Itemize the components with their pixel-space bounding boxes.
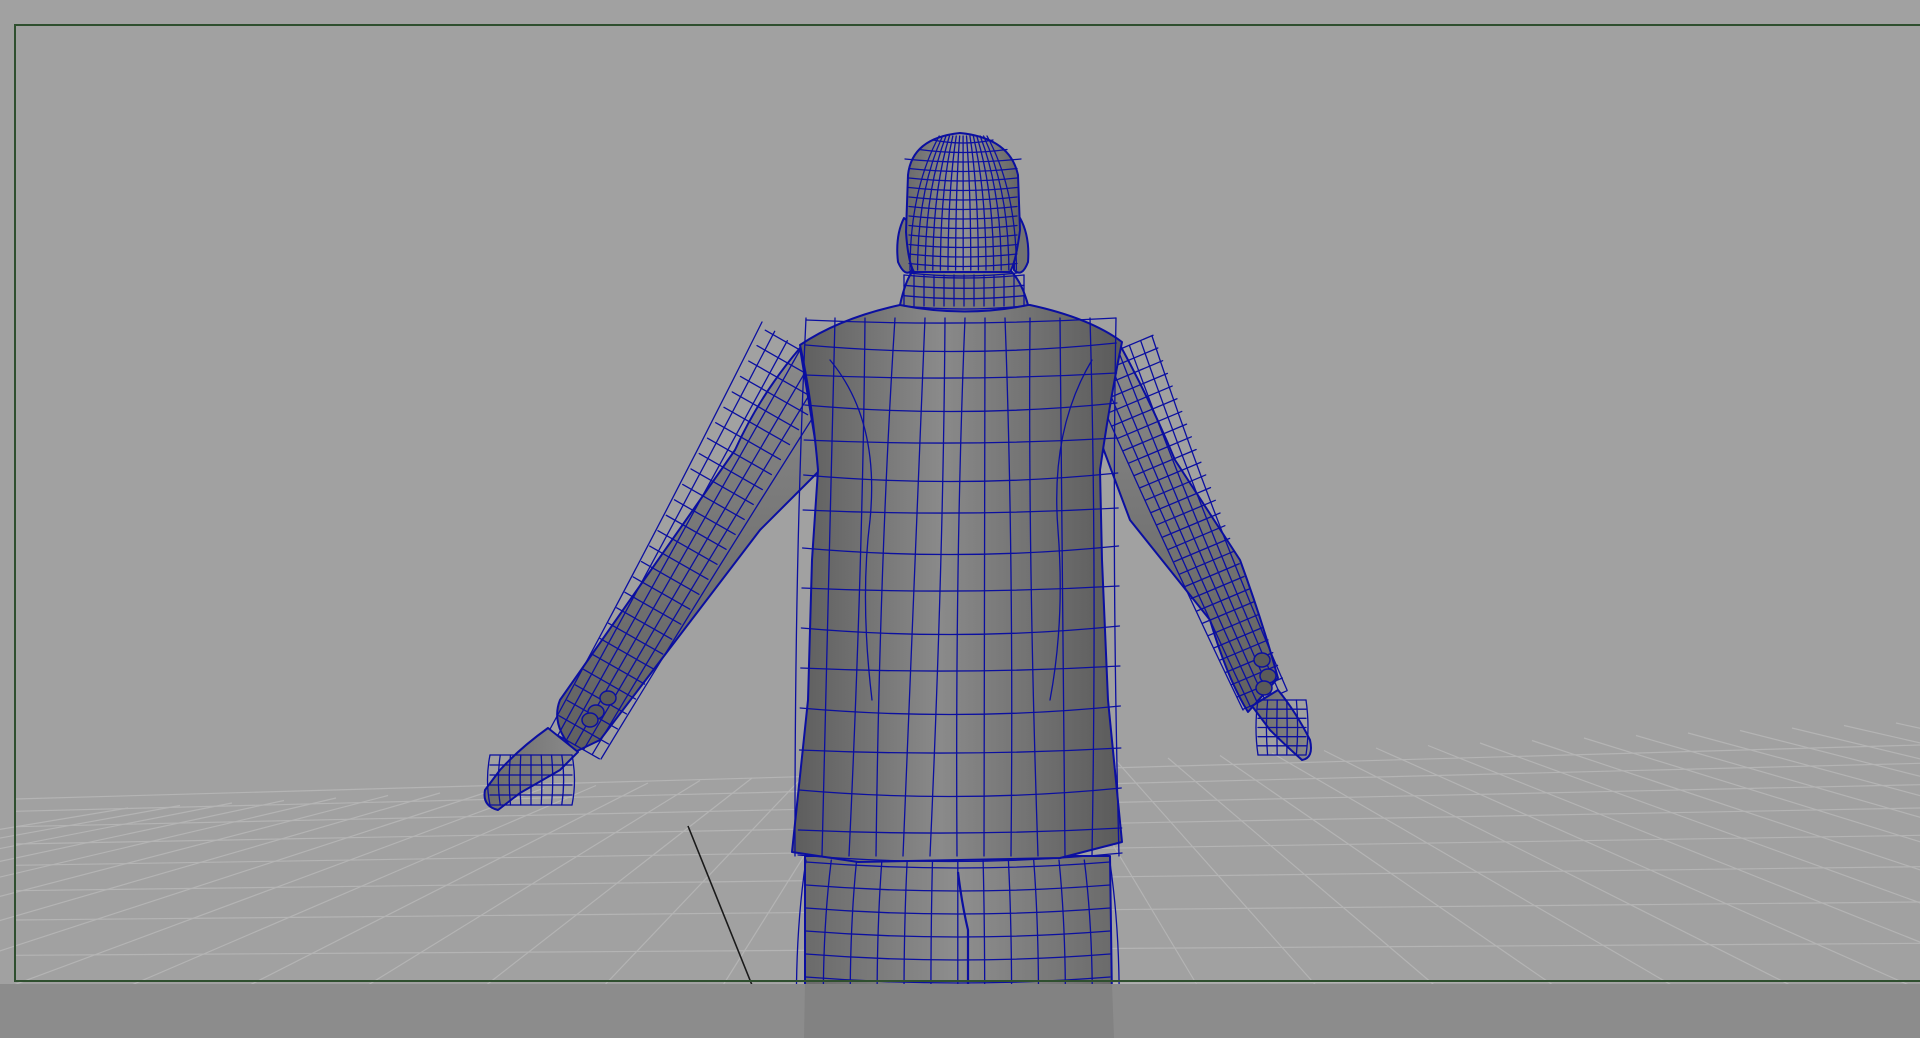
wire-column <box>540 754 543 806</box>
head-mesh[interactable] <box>904 132 1022 277</box>
perspective-viewport[interactable] <box>0 0 1920 1038</box>
trousers-reflection <box>804 984 1114 1038</box>
cuff-button <box>1253 652 1271 668</box>
cuff-button <box>1255 680 1273 696</box>
maya-viewport-window[interactable] <box>0 0 1920 1038</box>
cuff-button <box>599 690 617 706</box>
cuff-button <box>581 712 599 728</box>
jacket-mesh[interactable] <box>791 304 1123 863</box>
wire-column <box>519 754 522 806</box>
